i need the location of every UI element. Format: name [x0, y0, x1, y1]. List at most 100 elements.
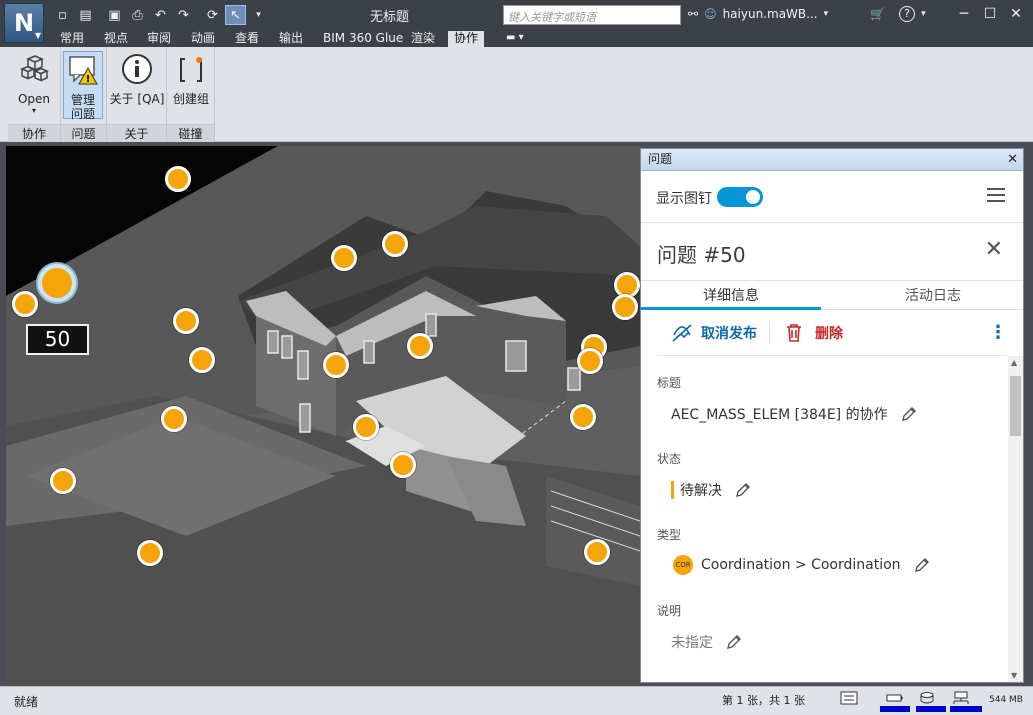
binoculars-icon[interactable]: ⚯: [688, 7, 698, 21]
issue-pin[interactable]: [331, 245, 357, 271]
tab-animation[interactable]: 动画: [185, 31, 221, 47]
field-label-description: 说明: [657, 604, 682, 618]
issue-pin[interactable]: [570, 404, 596, 430]
issue-pin[interactable]: [353, 414, 379, 440]
user-dropdown-icon[interactable]: ▾: [824, 9, 829, 19]
edit-pencil-icon[interactable]: [725, 633, 743, 651]
issue-pin[interactable]: [165, 166, 191, 192]
refresh-icon[interactable]: ⟳: [202, 5, 223, 25]
more-options-icon[interactable]: ⋮: [989, 322, 1007, 343]
tab-review[interactable]: 审阅: [141, 31, 177, 47]
pencil-progress-icon: [886, 694, 903, 702]
unpublish-button[interactable]: 取消发布: [671, 323, 757, 343]
issue-pin[interactable]: [407, 333, 433, 359]
ribbon-group-issues: ! 管理 问题 问题: [61, 47, 107, 142]
save-icon[interactable]: ▣: [104, 5, 125, 25]
issue-pin[interactable]: [12, 291, 38, 317]
customize-dropdown-icon[interactable]: ▾: [248, 5, 269, 25]
scroll-down-icon[interactable]: ▼: [1011, 671, 1017, 680]
create-group-label: 创建组: [172, 92, 209, 106]
scroll-thumb[interactable]: [1010, 376, 1021, 436]
issue-pin[interactable]: [382, 231, 408, 257]
info-icon: [122, 54, 152, 84]
memory-usage: 544 MB: [989, 695, 1023, 705]
show-pins-toggle[interactable]: [717, 187, 763, 207]
panel-options-icon[interactable]: ▬ ▾: [506, 32, 524, 43]
help-icon[interactable]: ?: [899, 6, 916, 22]
tab-home[interactable]: 常用: [54, 31, 90, 47]
create-group-button[interactable]: 创建组: [169, 51, 213, 119]
redo-icon[interactable]: ↷: [173, 5, 194, 25]
tab-collaborate[interactable]: 协作: [448, 31, 485, 47]
edit-pencil-icon[interactable]: [734, 481, 752, 499]
selected-issue-tag: 50: [26, 324, 89, 355]
tab-output[interactable]: 输出: [273, 31, 309, 47]
status-value: 待解决: [680, 483, 722, 499]
delete-label: 删除: [815, 326, 843, 342]
scroll-up-icon[interactable]: ▲: [1011, 358, 1017, 367]
issue-tabs: 详细信息 活动日志: [641, 281, 1023, 310]
3d-viewport[interactable]: 50: [6, 146, 640, 685]
minimize-icon[interactable]: ─: [951, 3, 977, 25]
issue-title-value: AEC_MASS_ELEM [384E] 的协作: [671, 407, 888, 423]
hamburger-menu-icon[interactable]: [987, 188, 1005, 202]
manage-issues-label: 管理 问题: [70, 93, 95, 121]
delete-button[interactable]: 删除: [785, 323, 843, 343]
issue-pin[interactable]: [323, 352, 349, 378]
issue-pin[interactable]: [584, 539, 610, 565]
page-indicator: 第 1 张，共 1 张: [722, 694, 805, 707]
manage-issues-button[interactable]: ! 管理 问题: [63, 51, 103, 121]
undo-icon[interactable]: ↶: [150, 5, 171, 25]
issue-pin[interactable]: [577, 348, 603, 374]
print-icon[interactable]: ⎙: [127, 5, 148, 25]
cart-icon[interactable]: 🛒: [870, 7, 885, 21]
chevron-down-icon: ▼: [34, 31, 41, 40]
application-menu-button[interactable]: N ▼: [4, 3, 44, 43]
field-value-type: COR Coordination > Coordination: [673, 555, 931, 575]
ribbon-group-label: 问题: [61, 124, 106, 142]
sheet-browser-icon[interactable]: [840, 691, 858, 705]
tab-view[interactable]: 查看: [229, 31, 265, 47]
issues-panel: 问题 ✕ 显示图钉 问题 #50 ✕ 详细信息 活动日志 取消发布 删除 ⋮ 标…: [640, 148, 1024, 683]
disk-icon: [920, 692, 934, 704]
about-button[interactable]: 关于 [QA]: [109, 51, 165, 119]
application-window: N ▼ ▫ ▤ ▣ ⎙ ↶ ↷ ⟳ ↖ ▾ 无标题 键入关键字或短语 ⚯ ☺ ha…: [0, 0, 1033, 715]
search-input[interactable]: 键入关键字或短语: [503, 5, 681, 25]
open-dropdown-icon: ▾: [31, 106, 36, 115]
edit-pencil-icon[interactable]: [900, 405, 918, 423]
field-label-type: 类型: [657, 528, 682, 542]
issue-pin[interactable]: [390, 452, 416, 478]
new-file-icon[interactable]: ▫: [52, 5, 73, 25]
panel-scrollbar[interactable]: ▲ ▼: [1008, 356, 1023, 682]
issue-pin[interactable]: [189, 347, 215, 373]
help-dropdown-icon[interactable]: ▾: [921, 9, 926, 19]
edit-pencil-icon[interactable]: [913, 556, 931, 574]
issue-pin[interactable]: [161, 406, 187, 432]
close-icon[interactable]: ✕: [1003, 3, 1029, 25]
open-button[interactable]: Open ▾: [12, 51, 56, 119]
progress-bar: [950, 706, 982, 712]
tab-details[interactable]: 详细信息: [703, 285, 759, 305]
issue-pin[interactable]: [173, 308, 199, 334]
open-folder-icon[interactable]: ▤: [75, 5, 96, 25]
user-icon[interactable]: ☺: [704, 7, 717, 21]
title-right-tools: ⚯ ☺ haiyun.maWB... ▾ 🛒 ? ▾: [688, 6, 926, 22]
user-name[interactable]: haiyun.maWB...: [723, 7, 818, 21]
select-cursor-icon[interactable]: ↖: [225, 5, 246, 25]
issue-pin-selected[interactable]: [38, 264, 76, 302]
tab-bim360[interactable]: BIM 360 Glue: [317, 31, 409, 47]
issue-pin[interactable]: [137, 540, 163, 566]
type-value: Coordination > Coordination: [701, 557, 901, 573]
tab-viewpoint[interactable]: 视点: [98, 31, 134, 47]
issue-pin[interactable]: [612, 294, 638, 320]
issue-pin[interactable]: [50, 468, 76, 494]
close-icon[interactable]: ✕: [1007, 149, 1018, 170]
status-bar: 就绪 第 1 张，共 1 张 544 MB: [0, 686, 1033, 715]
maximize-icon[interactable]: ☐: [977, 3, 1003, 25]
close-issue-icon[interactable]: ✕: [985, 239, 1003, 261]
issue-warning-icon: !: [69, 56, 98, 85]
ribbon-group-about: 关于 [QA] 关于: [107, 47, 167, 142]
show-pins-label: 显示图钉: [656, 191, 712, 207]
tab-render[interactable]: 渲染: [405, 31, 441, 47]
tab-activity-log[interactable]: 活动日志: [905, 285, 961, 305]
